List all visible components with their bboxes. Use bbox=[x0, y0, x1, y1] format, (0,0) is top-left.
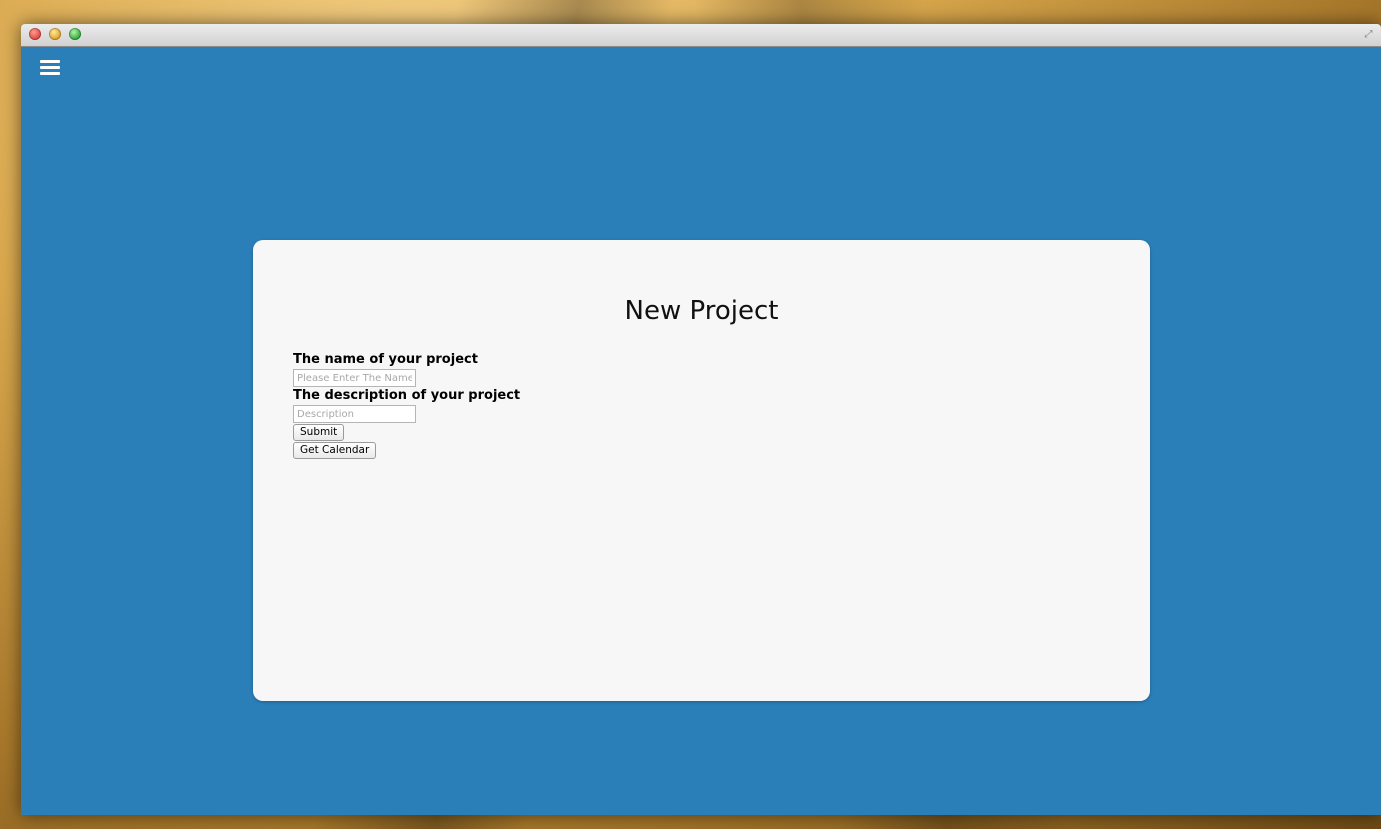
project-name-input[interactable] bbox=[293, 369, 416, 387]
project-description-input[interactable] bbox=[293, 405, 416, 423]
hamburger-bar bbox=[40, 66, 60, 69]
project-name-label: The name of your project bbox=[293, 352, 478, 367]
page-title: New Project bbox=[624, 296, 779, 326]
minimize-traffic-light-icon[interactable] bbox=[49, 28, 61, 40]
fullscreen-icon[interactable]: ⤢ bbox=[1362, 28, 1375, 41]
new-project-form: The name of your project The description… bbox=[293, 351, 520, 459]
app-window: ⤢ New Project The name of your project T… bbox=[21, 24, 1381, 815]
zoom-traffic-light-icon[interactable] bbox=[69, 28, 81, 40]
window-titlebar[interactable]: ⤢ bbox=[21, 24, 1381, 47]
hamburger-menu-icon[interactable] bbox=[40, 60, 60, 76]
close-traffic-light-icon[interactable] bbox=[29, 28, 41, 40]
hamburger-bar bbox=[40, 72, 60, 75]
hamburger-bar bbox=[40, 60, 60, 63]
project-description-label: The description of your project bbox=[293, 388, 521, 403]
submit-button[interactable]: Submit bbox=[293, 424, 345, 441]
new-project-card: New Project The name of your project The… bbox=[253, 240, 1150, 701]
get-calendar-button[interactable]: Get Calendar bbox=[293, 442, 377, 459]
